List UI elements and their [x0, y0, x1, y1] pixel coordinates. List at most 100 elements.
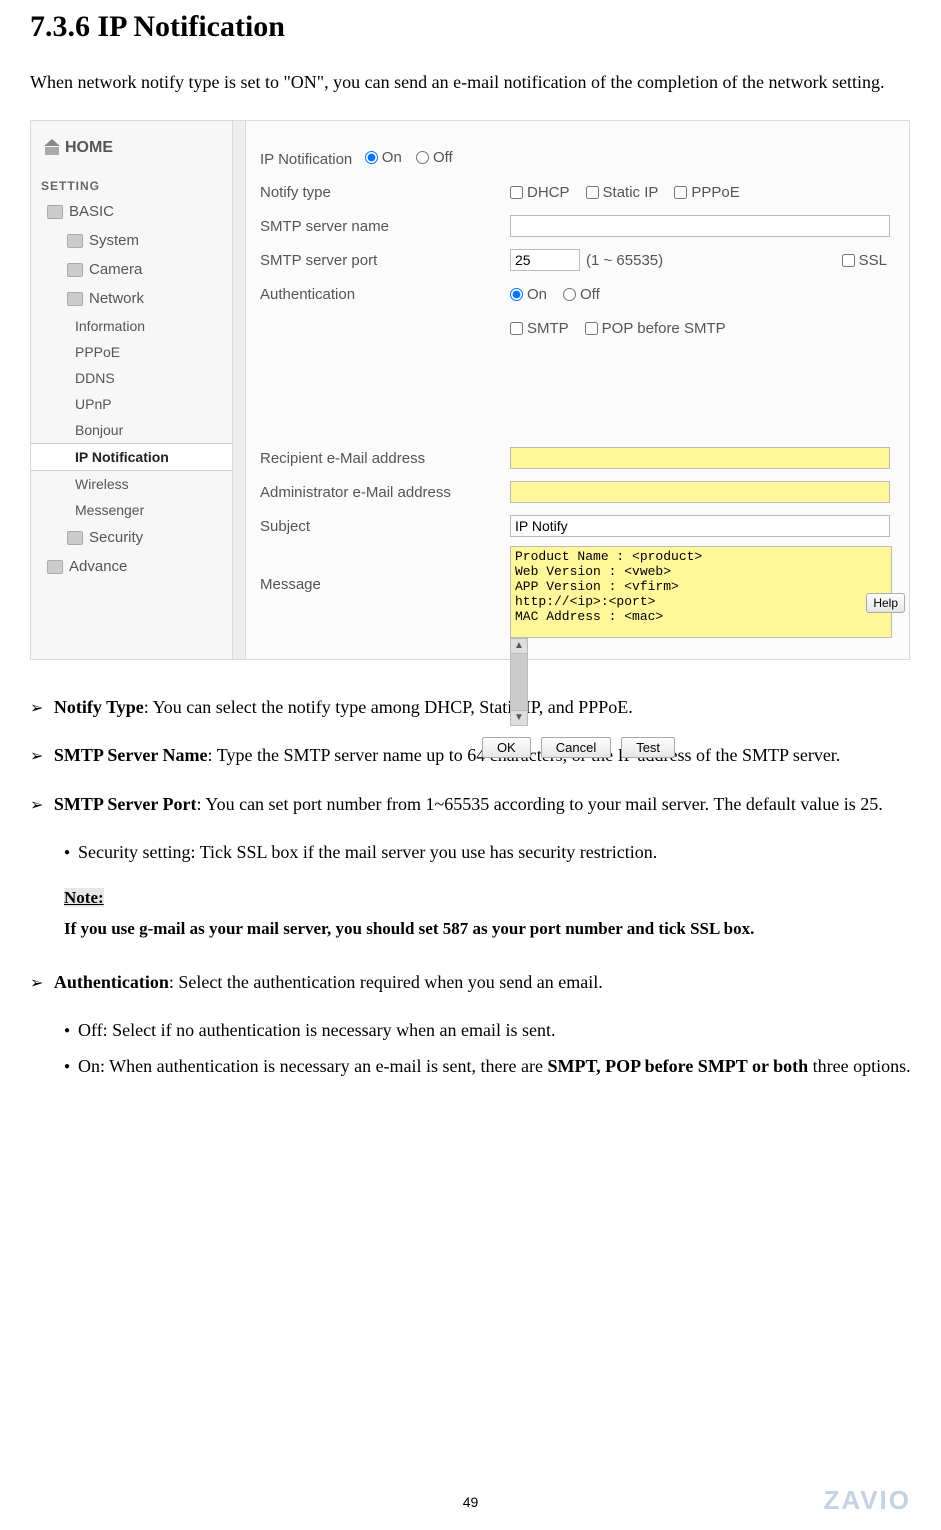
checkbox-label: DHCP — [527, 184, 570, 201]
notify-type-pppoe[interactable]: PPPoE — [674, 184, 739, 201]
intro-paragraph: When network notify type is set to "ON",… — [30, 64, 911, 100]
checkbox[interactable] — [585, 322, 598, 335]
smtp-server-name-input[interactable] — [510, 215, 890, 237]
radio-on-label: On — [382, 149, 402, 166]
message-label: Message — [260, 546, 510, 593]
sidebar-basic[interactable]: BASIC — [31, 197, 232, 226]
sidebar-item-label: Camera — [89, 261, 142, 278]
checkbox[interactable] — [510, 322, 523, 335]
message-textarea[interactable] — [510, 546, 892, 638]
sidebar-scrollbar[interactable] — [233, 121, 246, 659]
radio-off[interactable] — [416, 151, 429, 164]
text: On: When authentication is necessary an … — [78, 1056, 548, 1076]
checkbox[interactable] — [842, 254, 855, 267]
sidebar-item-label: Security — [89, 529, 143, 546]
home-icon — [45, 141, 59, 155]
folder-icon — [67, 234, 83, 248]
checkbox[interactable] — [510, 186, 523, 199]
smtp-server-port-label: SMTP server port — [260, 252, 510, 269]
button-bar: OK Cancel Test — [260, 729, 897, 758]
scroll-thumb[interactable] — [511, 653, 527, 711]
folder-icon — [67, 263, 83, 277]
sidebar-pppoe[interactable]: PPPoE — [31, 339, 232, 365]
test-button[interactable]: Test — [621, 737, 675, 758]
bold: Authentication — [54, 972, 169, 992]
subject-input[interactable] — [510, 515, 890, 537]
folder-icon — [67, 531, 83, 545]
notify-type-label: Notify type — [260, 184, 510, 201]
sidebar-system[interactable]: System — [31, 226, 232, 255]
folder-icon — [47, 205, 63, 219]
radio-on-label: On — [527, 286, 547, 303]
sidebar: HOME SETTING BASIC System Camera Network… — [31, 121, 233, 659]
sidebar-security[interactable]: Security — [31, 523, 232, 552]
sidebar-advance[interactable]: Advance — [31, 552, 232, 581]
note-box: Note: If you use g-mail as your mail ser… — [30, 883, 911, 944]
sidebar-camera[interactable]: Camera — [31, 255, 232, 284]
radio-on[interactable] — [365, 151, 378, 164]
checkbox-label: SMTP — [527, 320, 569, 337]
settings-screenshot: HOME SETTING BASIC System Camera Network… — [30, 120, 910, 660]
checkbox-label: POP before SMTP — [602, 320, 726, 337]
sidebar-network[interactable]: Network — [31, 284, 232, 313]
bullet-smtp-port: SMTP Server Port: You can set port numbe… — [30, 787, 911, 821]
bullet-auth-off: Off: Select if no authentication is nece… — [30, 1013, 911, 1047]
radio-on[interactable] — [510, 288, 523, 301]
cancel-button[interactable]: Cancel — [541, 737, 611, 758]
bold: Notify Type — [54, 697, 144, 717]
notify-type-dhcp[interactable]: DHCP — [510, 184, 570, 201]
sidebar-item-label: Advance — [69, 558, 127, 575]
smtp-server-port-input[interactable] — [510, 249, 580, 271]
radio-off-label: Off — [433, 149, 453, 166]
settings-form: IP Notification On Off Notify type DHCP — [246, 121, 909, 659]
note-label: Note: — [64, 888, 104, 907]
auth-smtp[interactable]: SMTP — [510, 320, 569, 337]
bold: SMPT, POP before SMPT or both — [548, 1056, 809, 1076]
sidebar-setting-header: SETTING — [31, 175, 232, 197]
folder-icon — [67, 292, 83, 306]
sidebar-information[interactable]: Information — [31, 313, 232, 339]
sidebar-item-label: System — [89, 232, 139, 249]
admin-email-label: Administrator e-Mail address — [260, 484, 510, 501]
checkbox[interactable] — [586, 186, 599, 199]
section-heading: 7.3.6 IP Notification — [30, 10, 911, 44]
auth-off[interactable]: Off — [563, 286, 600, 303]
smtp-port-range: (1 ~ 65535) — [586, 252, 663, 269]
folder-icon — [47, 560, 63, 574]
bold: SMTP Server Port — [54, 794, 197, 814]
radio-off-label: Off — [580, 286, 600, 303]
radio-off[interactable] — [563, 288, 576, 301]
sidebar-home[interactable]: HOME — [31, 125, 232, 175]
sidebar-wireless[interactable]: Wireless — [31, 471, 232, 497]
sidebar-ddns[interactable]: DDNS — [31, 365, 232, 391]
auth-on[interactable]: On — [510, 286, 547, 303]
sidebar-basic-label: BASIC — [69, 203, 114, 220]
checkbox-label: Static IP — [603, 184, 659, 201]
ip-notification-off[interactable]: Off — [416, 149, 453, 166]
brand-watermark: ZAVIO — [823, 1485, 911, 1516]
admin-email-input[interactable] — [510, 481, 890, 503]
note-body: If you use g-mail as your mail server, y… — [64, 919, 754, 938]
notify-type-staticip[interactable]: Static IP — [586, 184, 659, 201]
help-button[interactable]: Help — [866, 593, 905, 613]
checkbox[interactable] — [674, 186, 687, 199]
authentication-label: Authentication — [260, 286, 510, 303]
ok-button[interactable]: OK — [482, 737, 531, 758]
checkbox-label: SSL — [859, 252, 887, 269]
text: : You can set port number from 1~65535 a… — [197, 794, 883, 814]
ip-notification-on[interactable]: On — [365, 149, 402, 166]
sidebar-upnp[interactable]: UPnP — [31, 391, 232, 417]
bullet-security-setting: Security setting: Tick SSL box if the ma… — [30, 835, 911, 869]
sidebar-ip-notification[interactable]: IP Notification — [31, 443, 232, 471]
auth-pop-before-smtp[interactable]: POP before SMTP — [585, 320, 726, 337]
bullet-authentication: Authentication: Select the authenticatio… — [30, 965, 911, 999]
scroll-up-icon[interactable]: ▲ — [511, 639, 527, 653]
ssl-checkbox[interactable]: SSL — [842, 252, 887, 269]
bold: SMTP Server Name — [54, 745, 208, 765]
sidebar-item-label: Network — [89, 290, 144, 307]
recipient-email-input[interactable] — [510, 447, 890, 469]
sidebar-bonjour[interactable]: Bonjour — [31, 417, 232, 443]
sidebar-messenger[interactable]: Messenger — [31, 497, 232, 523]
scroll-down-icon[interactable]: ▼ — [511, 711, 527, 725]
message-scrollbar[interactable]: ▲ ▼ — [510, 638, 528, 726]
